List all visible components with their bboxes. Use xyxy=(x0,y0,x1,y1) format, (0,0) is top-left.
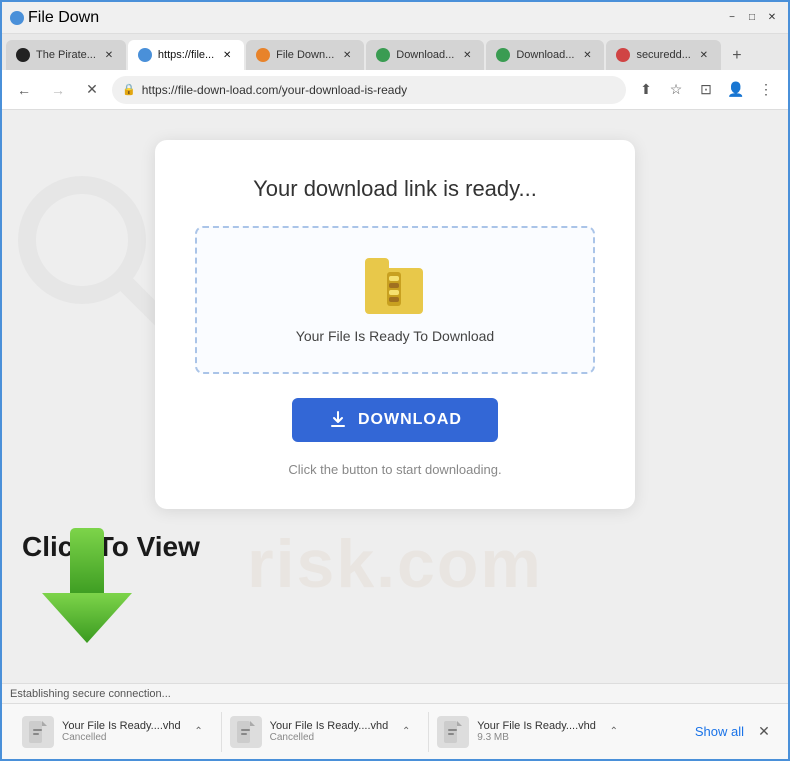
maximize-button[interactable]: □ xyxy=(744,10,760,26)
address-bar[interactable]: 🔒 https://file-down-load.com/your-downlo… xyxy=(112,76,626,104)
close-button[interactable]: ✕ xyxy=(764,10,780,26)
tab-close-1[interactable]: ✕ xyxy=(102,48,116,62)
share-icon[interactable]: ⬆ xyxy=(632,76,660,104)
dl-icon-1 xyxy=(22,716,54,748)
file-icon xyxy=(365,256,425,316)
file-preview-box: Your File Is Ready To Download xyxy=(195,226,595,374)
zip-tooth-1 xyxy=(389,276,399,281)
nav-actions: ⬆ ☆ ⊡ 👤 ⋮ xyxy=(632,76,780,104)
minimize-button[interactable]: − xyxy=(724,10,740,26)
download-item-1: Your File Is Ready....vhd Cancelled ⌃ xyxy=(14,712,222,752)
tab-favicon-6 xyxy=(616,48,630,62)
dl-status-2: Cancelled xyxy=(270,732,389,743)
tab-3[interactable]: File Down... ✕ xyxy=(246,40,364,70)
dl-filename-3: Your File Is Ready....vhd xyxy=(477,720,596,732)
tab-close-5[interactable]: ✕ xyxy=(580,48,594,62)
zip-tooth-3 xyxy=(389,290,399,295)
download-button[interactable]: DOWNLOAD xyxy=(292,398,498,442)
dl-status-1: Cancelled xyxy=(62,732,181,743)
dl-chevron-2[interactable]: ⌃ xyxy=(396,722,416,742)
window-favicon xyxy=(10,11,24,25)
tab-label-3: File Down... xyxy=(276,49,334,61)
browser-frame: File Down − □ ✕ The Pirate... ✕ https://… xyxy=(0,0,790,761)
tab-6[interactable]: securedd... ✕ xyxy=(606,40,720,70)
tab-label-2: https://file... xyxy=(158,49,214,61)
tab-2[interactable]: https://file... ✕ xyxy=(128,40,244,70)
dl-chevron-1[interactable]: ⌃ xyxy=(189,722,209,742)
tab-1[interactable]: The Pirate... ✕ xyxy=(6,40,126,70)
dl-chevron-3[interactable]: ⌃ xyxy=(604,722,624,742)
main-card: Your download link is ready... xyxy=(155,140,635,509)
url-text: https://file-down-load.com/your-download… xyxy=(142,83,616,97)
tab-label-5: Download... xyxy=(516,49,574,61)
profile-icon[interactable]: 👤 xyxy=(722,76,750,104)
tab-label-4: Download... xyxy=(396,49,454,61)
dl-info-3: Your File Is Ready....vhd 9.3 MB xyxy=(477,720,596,743)
download-btn-label: DOWNLOAD xyxy=(358,411,462,429)
tab-close-4[interactable]: ✕ xyxy=(460,48,474,62)
download-item-2: Your File Is Ready....vhd Cancelled ⌃ xyxy=(222,712,430,752)
tab-bar: The Pirate... ✕ https://file... ✕ File D… xyxy=(2,34,788,70)
green-arrow xyxy=(42,528,132,653)
tab-close-3[interactable]: ✕ xyxy=(340,48,354,62)
new-tab-button[interactable]: + xyxy=(723,42,751,70)
dl-filename-1: Your File Is Ready....vhd xyxy=(62,720,181,732)
bookmark-icon[interactable]: ☆ xyxy=(662,76,690,104)
tab-5[interactable]: Download... ✕ xyxy=(486,40,604,70)
tab-favicon-4 xyxy=(376,48,390,62)
tab-close-2[interactable]: ✕ xyxy=(220,48,234,62)
page-content: ZC risk.com Your download link is ready.… xyxy=(2,110,788,683)
title-bar-left: File Down xyxy=(10,9,99,27)
tab-4[interactable]: Download... ✕ xyxy=(366,40,484,70)
download-bar-close-button[interactable]: ✕ xyxy=(752,720,776,744)
tab-favicon-3 xyxy=(256,48,270,62)
zip-tooth-4 xyxy=(389,297,399,302)
reload-button[interactable]: ✕ xyxy=(78,76,106,104)
tab-view-icon[interactable]: ⊡ xyxy=(692,76,720,104)
status-text: Establishing secure connection... xyxy=(10,688,171,700)
dl-icon-2 xyxy=(230,716,262,748)
tab-favicon-2 xyxy=(138,48,152,62)
download-item-3: Your File Is Ready....vhd 9.3 MB ⌃ xyxy=(429,712,636,752)
tab-favicon-1 xyxy=(16,48,30,62)
download-icon xyxy=(328,410,348,430)
download-bar: Your File Is Ready....vhd Cancelled ⌃ Yo… xyxy=(2,703,788,759)
title-bar: File Down − □ ✕ xyxy=(2,2,788,34)
show-all-button[interactable]: Show all xyxy=(687,720,752,743)
dl-filename-2: Your File Is Ready....vhd xyxy=(270,720,389,732)
magnifier-watermark xyxy=(12,170,172,330)
status-bar: Establishing secure connection... xyxy=(2,683,788,703)
card-title: Your download link is ready... xyxy=(195,176,595,202)
tab-label-1: The Pirate... xyxy=(36,49,96,61)
dl-icon-3 xyxy=(437,716,469,748)
back-button[interactable]: ← xyxy=(10,76,38,104)
dl-status-3: 9.3 MB xyxy=(477,732,596,743)
tab-close-6[interactable]: ✕ xyxy=(697,48,711,62)
dl-info-1: Your File Is Ready....vhd Cancelled xyxy=(62,720,181,743)
lock-icon: 🔒 xyxy=(122,83,136,96)
window-controls: − □ ✕ xyxy=(724,10,780,26)
nav-bar: ← → ✕ 🔒 https://file-down-load.com/your-… xyxy=(2,70,788,110)
folder-body xyxy=(365,268,423,314)
menu-icon[interactable]: ⋮ xyxy=(752,76,780,104)
zip-stripe xyxy=(387,272,401,306)
tab-favicon-5 xyxy=(496,48,510,62)
window-title: File Down xyxy=(28,9,99,27)
tab-label-6: securedd... xyxy=(636,49,690,61)
click-info: Click the button to start downloading. xyxy=(195,462,595,477)
dl-info-2: Your File Is Ready....vhd Cancelled xyxy=(270,720,389,743)
zip-tooth-2 xyxy=(389,283,399,288)
forward-button[interactable]: → xyxy=(44,76,72,104)
file-ready-label: Your File Is Ready To Download xyxy=(296,328,494,344)
